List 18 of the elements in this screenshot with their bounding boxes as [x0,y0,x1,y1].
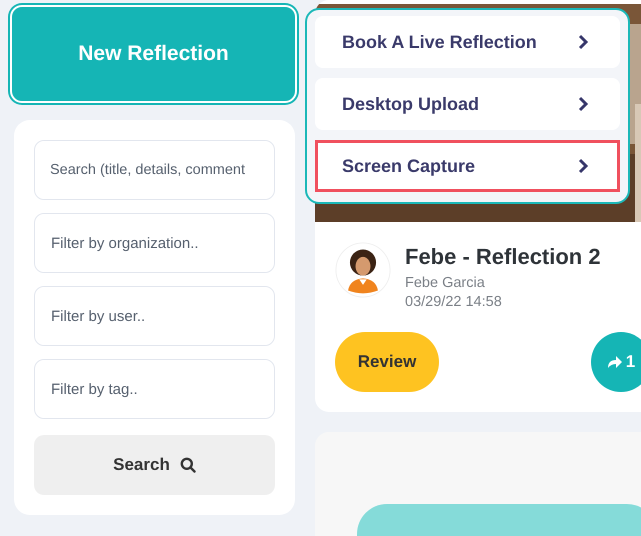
menu-item[interactable]: Book A Live Reflection [315,16,620,68]
menu-item[interactable]: Desktop Upload [315,78,620,130]
review-button[interactable]: Review [335,332,439,392]
filter-field[interactable]: Search (title, details, comment [34,140,275,200]
search-icon [180,457,196,473]
avatar-icon [335,242,391,298]
filter-field[interactable]: Filter by user.. [34,286,275,346]
card-date: 03/29/22 14:58 [405,293,503,312]
filter-field[interactable]: Filter by tag.. [34,359,275,419]
menu-item[interactable]: Screen Capture [315,140,620,192]
chevron-icon [577,34,589,50]
chevron-icon [577,158,589,174]
filter-field[interactable]: Filter by organization.. [34,213,275,273]
author-name: Febe Garcia [405,274,486,293]
card-title: Febe - Reflection 2 [405,244,601,270]
share-icon [606,355,623,369]
search-button[interactable]: Search [34,435,275,495]
chevron-icon [577,96,589,112]
